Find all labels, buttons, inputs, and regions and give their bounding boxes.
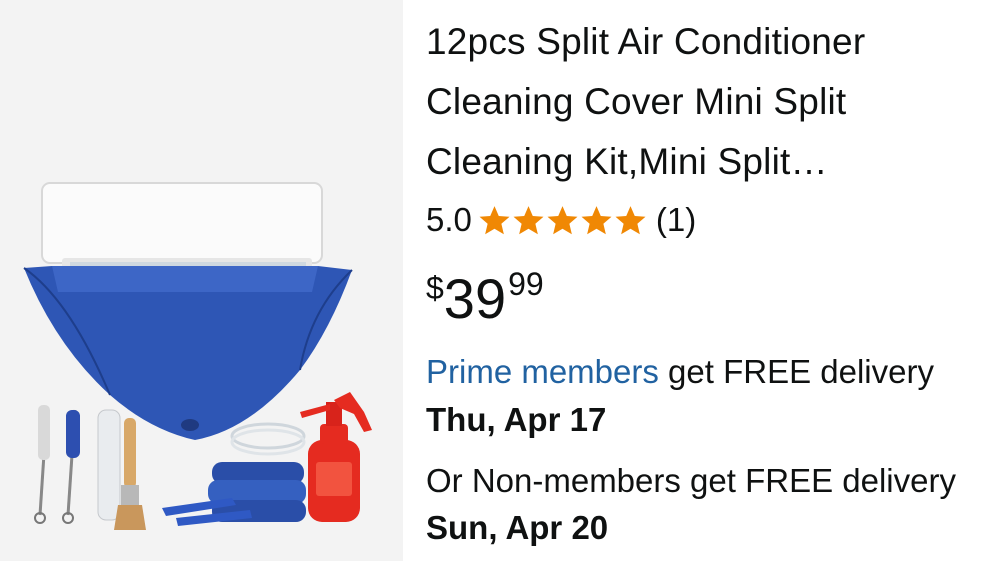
price-symbol: $: [426, 270, 444, 306]
title-line[interactable]: Cleaning Kit,Mini Split…: [426, 132, 971, 192]
non-member-delivery-info: Or Non-members get FREE delivery Sun, Ap…: [426, 457, 986, 551]
star-icon: [479, 205, 510, 234]
rating-count[interactable]: (1): [656, 201, 696, 239]
title-line[interactable]: 12pcs Split Air Conditioner: [426, 12, 971, 72]
price-fraction: 99: [508, 266, 544, 302]
ac-cleaning-kit-icon: [23, 182, 372, 530]
prime-delivery-date: Thu, Apr 17: [426, 401, 607, 438]
title-line[interactable]: Cleaning Cover Mini Split: [426, 72, 971, 132]
non-member-delivery-date: Sun, Apr 20: [426, 509, 609, 546]
star-icon: [513, 205, 544, 234]
star-icon: [547, 205, 578, 234]
rating-row[interactable]: 5.0 (1): [426, 198, 696, 242]
prime-delivery-info: Prime members get FREE delivery Thu, Apr…: [426, 350, 986, 442]
star-icon: [615, 205, 646, 234]
star-icon: [581, 205, 612, 234]
prime-members-link[interactable]: Prime members: [426, 353, 659, 390]
non-member-delivery-text: Or Non-members get FREE delivery: [426, 462, 956, 499]
price-whole: 39: [443, 267, 507, 330]
rating-value: 5.0: [426, 201, 472, 238]
product-title[interactable]: 12pcs Split Air Conditioner Cleaning Cov…: [426, 12, 971, 192]
star-rating[interactable]: [478, 204, 648, 237]
prime-delivery-text: get FREE delivery: [658, 353, 934, 390]
product-card[interactable]: 12pcs Split Air Conditioner Cleaning Cov…: [0, 0, 995, 561]
product-image[interactable]: [0, 0, 403, 561]
price: $3999: [426, 262, 544, 332]
